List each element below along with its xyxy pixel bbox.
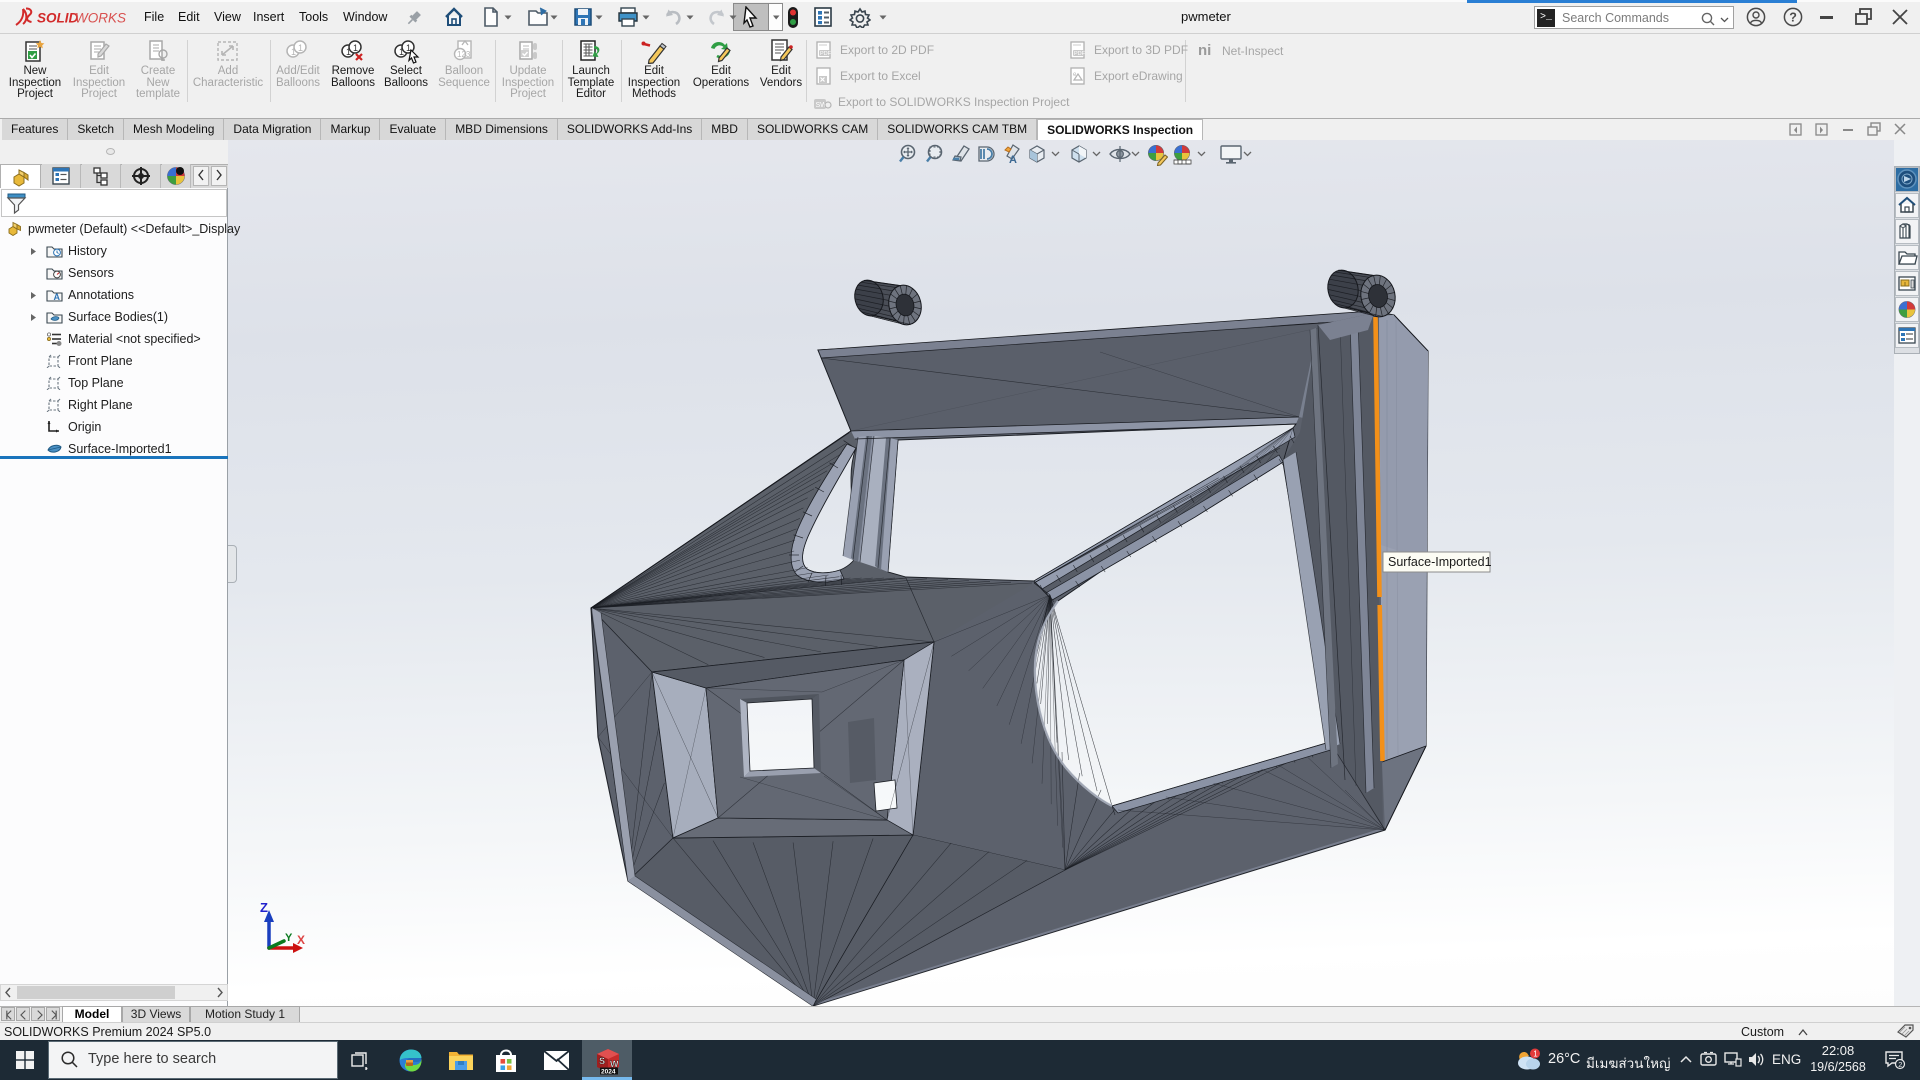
svg-text:Y: Y [285, 932, 293, 944]
svg-text:1: 1 [298, 43, 303, 53]
svg-text:Surface-Imported1: Surface-Imported1 [1388, 555, 1492, 569]
svg-text:123: 123 [457, 50, 471, 59]
svg-text:?: ? [1789, 11, 1797, 25]
svg-text:A: A [54, 292, 61, 302]
svg-text:PDF: PDF [1074, 51, 1086, 57]
svg-text:S: S [599, 1056, 605, 1066]
svg-text:WORKS: WORKS [75, 11, 126, 26]
svg-text:X: X [297, 933, 305, 947]
svg-text:PDF: PDF [820, 51, 832, 57]
svg-text:2024: 2024 [601, 1069, 616, 1076]
svg-text:A: A [1009, 154, 1017, 166]
svg-text:1: 1 [1533, 1050, 1538, 1059]
svg-text:1: 1 [353, 43, 358, 53]
svg-text:2: 2 [1898, 1060, 1902, 1069]
svg-text:SOLID: SOLID [37, 11, 79, 26]
svg-text:Z: Z [260, 900, 268, 915]
